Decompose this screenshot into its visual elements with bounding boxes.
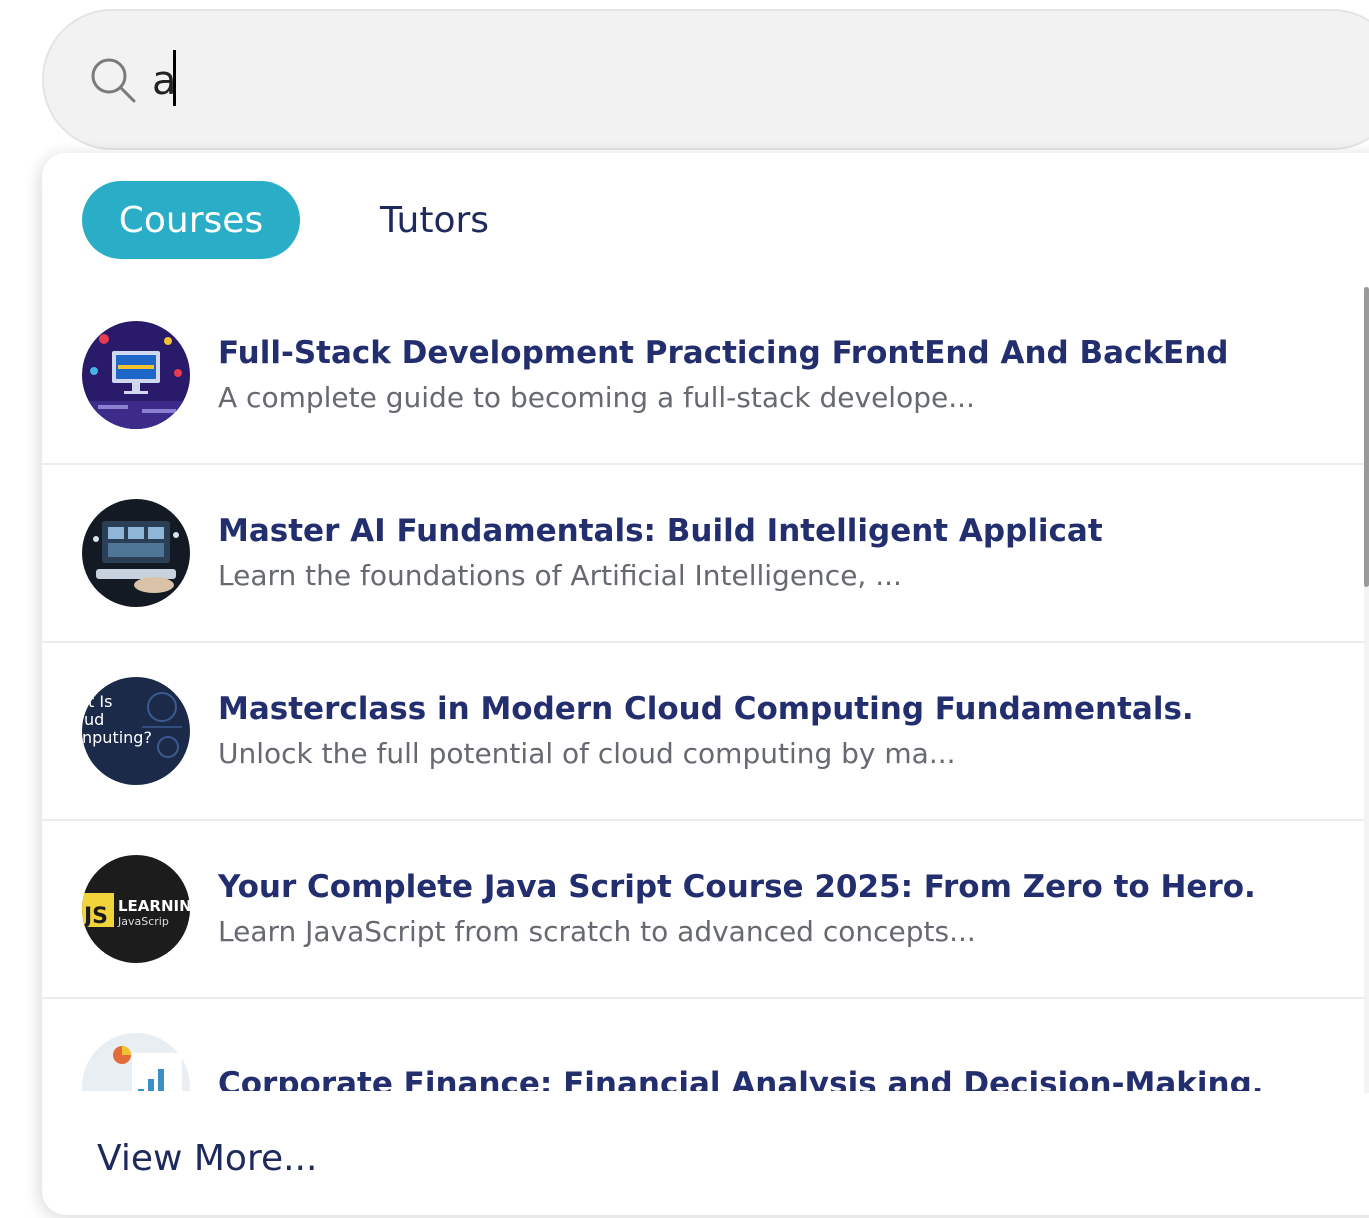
thumb-text-line: nputing? [82, 728, 152, 747]
result-title: Your Complete Java Script Course 2025: F… [218, 869, 1256, 905]
view-more-link[interactable]: View More... [97, 1138, 317, 1179]
results-list: Full-Stack Development Practicing FrontE… [42, 287, 1366, 1091]
search-input[interactable] [152, 51, 1152, 111]
thumb-text-line: t Is [88, 692, 112, 711]
result-title: Full-Stack Development Practicing FrontE… [218, 335, 1229, 371]
result-item-javascript[interactable]: JS LEARNIN JavaScrip Your Complete Java … [42, 821, 1366, 999]
search-bar[interactable] [42, 9, 1369, 150]
result-tabs: Courses Tutors [82, 181, 525, 259]
course-thumbnail: t Is ud nputing? [82, 677, 190, 785]
result-description: Unlock the full potential of cloud compu… [218, 737, 956, 770]
result-description: A complete guide to becoming a full-stac… [218, 381, 975, 414]
result-title: Masterclass in Modern Cloud Computing Fu… [218, 691, 1194, 727]
result-item-finance[interactable]: Corporate Finance: Financial Analysis an… [42, 999, 1366, 1091]
result-title: Corporate Finance: Financial Analysis an… [218, 1066, 1264, 1091]
text-cursor [173, 50, 176, 106]
js-badge-text: JS [82, 904, 108, 929]
result-item-ai[interactable]: Master AI Fundamentals: Build Intelligen… [42, 465, 1366, 643]
scrollbar-thumb[interactable] [1364, 287, 1369, 587]
result-title: Master AI Fundamentals: Build Intelligen… [218, 513, 1103, 549]
tab-tutors[interactable]: Tutors [344, 181, 525, 259]
course-thumbnail [82, 499, 190, 607]
result-description: Learn the foundations of Artificial Inte… [218, 559, 902, 592]
results-scrollbar[interactable] [1364, 287, 1369, 1093]
result-description: Learn JavaScript from scratch to advance… [218, 915, 976, 948]
course-thumbnail [82, 321, 190, 429]
search-results-dropdown: Courses Tutors Full-Stack Development Pr… [42, 153, 1369, 1215]
thumb-text-line: LEARNIN [118, 897, 190, 915]
result-item-cloud[interactable]: t Is ud nputing? Masterclass in Modern C… [42, 643, 1366, 821]
result-item-full-stack[interactable]: Full-Stack Development Practicing FrontE… [42, 287, 1366, 465]
tab-courses[interactable]: Courses [82, 181, 300, 259]
course-thumbnail: JS LEARNIN JavaScrip [82, 855, 190, 963]
search-icon [88, 55, 138, 105]
thumb-text-line: ud [84, 710, 104, 729]
course-thumbnail [82, 1033, 190, 1091]
thumb-text-line: JavaScrip [117, 915, 169, 928]
